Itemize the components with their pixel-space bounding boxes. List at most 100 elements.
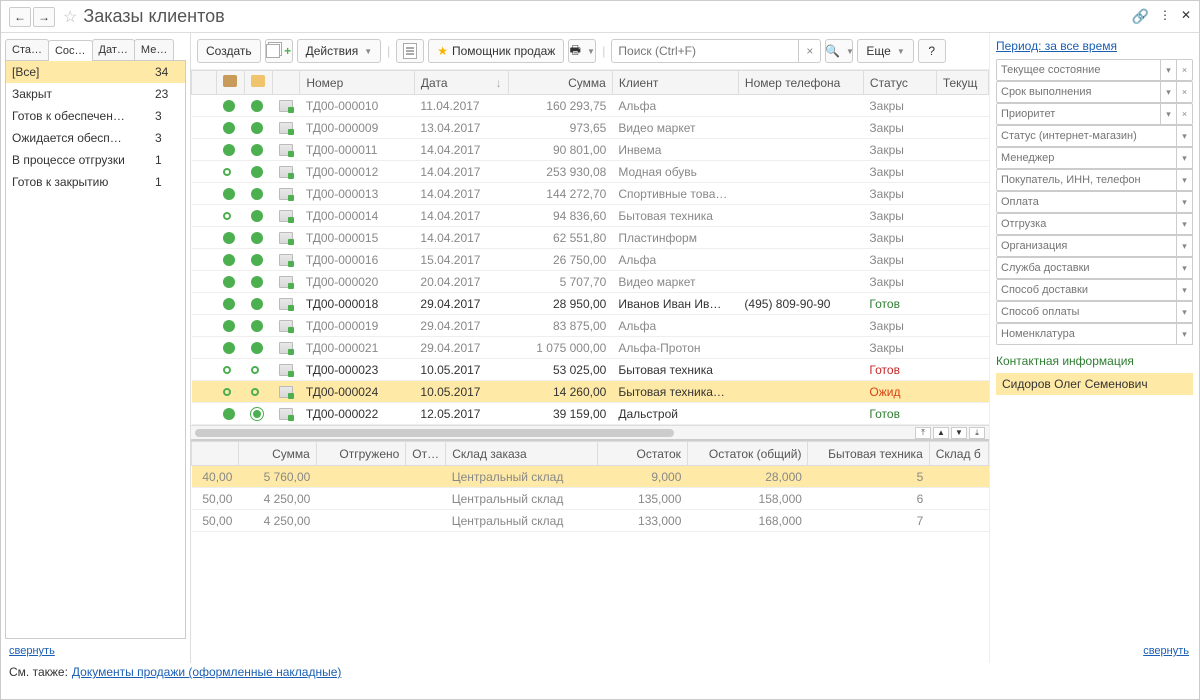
column-header[interactable] <box>245 71 273 95</box>
column-header[interactable]: Склад заказа <box>446 442 598 466</box>
copy-button[interactable]: + <box>265 39 293 63</box>
table-row[interactable]: ТД00-00001114.04.201790 801,00ИнвемаЗакр… <box>192 139 989 161</box>
left-tab[interactable]: Ста… <box>5 39 49 60</box>
status-row[interactable]: В процессе отгрузки1 <box>6 149 185 171</box>
column-header[interactable]: Сумма <box>508 71 612 95</box>
help-button[interactable]: ? <box>918 39 946 63</box>
scroll-top-button[interactable]: ⤒ <box>915 427 931 439</box>
column-header[interactable]: Статус <box>863 71 936 95</box>
filter-dropdown-button[interactable]: ▾ <box>1177 323 1193 345</box>
h-scrollbar[interactable] <box>195 429 674 437</box>
column-header[interactable]: Склад б <box>929 442 988 466</box>
filter-input[interactable] <box>996 301 1177 323</box>
table-row[interactable]: ТД00-00001929.04.201783 875,00АльфаЗакры <box>192 315 989 337</box>
table-row[interactable]: ТД00-00002020.04.20175 707,70Видео марке… <box>192 271 989 293</box>
search-clear-button[interactable]: × <box>799 39 821 63</box>
column-header[interactable]: Отгружено <box>316 442 406 466</box>
table-row[interactable]: 50,004 250,00Центральный склад133,000168… <box>192 510 989 532</box>
status-row[interactable]: Ожидается обесп…3 <box>6 127 185 149</box>
filter-clear-button[interactable]: × <box>1177 59 1193 81</box>
search-input[interactable] <box>611 39 799 63</box>
filter-dropdown-button[interactable]: ▾ <box>1161 59 1177 81</box>
scroll-down-button[interactable]: ▼ <box>951 427 967 439</box>
column-header[interactable]: Клиент <box>612 71 738 95</box>
status-row[interactable]: Готов к закрытию1 <box>6 171 185 193</box>
filter-dropdown-button[interactable]: ▾ <box>1177 213 1193 235</box>
table-row[interactable]: ТД00-00001011.04.2017160 293,75АльфаЗакр… <box>192 95 989 117</box>
table-row[interactable]: ТД00-00001414.04.201794 836,60Бытовая те… <box>192 205 989 227</box>
link-icon[interactable]: 🔗 <box>1132 8 1149 25</box>
column-header[interactable]: Номер <box>300 71 415 95</box>
column-header[interactable] <box>273 71 300 95</box>
left-tab[interactable]: Сос… <box>48 40 93 61</box>
column-header[interactable]: Сумма <box>238 442 316 466</box>
favorite-star-icon[interactable]: ☆ <box>63 7 77 27</box>
table-row[interactable]: ТД00-00001314.04.2017144 272,70Спортивны… <box>192 183 989 205</box>
close-icon[interactable]: ✕ <box>1181 8 1191 25</box>
scroll-up-button[interactable]: ▲ <box>933 427 949 439</box>
filter-clear-button[interactable]: × <box>1177 81 1193 103</box>
actions-button[interactable]: Действия▼ <box>297 39 382 63</box>
table-row[interactable]: ТД00-00001615.04.201726 750,00АльфаЗакры <box>192 249 989 271</box>
left-tab[interactable]: Дат… <box>92 39 135 60</box>
filter-dropdown-button[interactable]: ▾ <box>1161 103 1177 125</box>
status-row[interactable]: Закрыт23 <box>6 83 185 105</box>
sales-documents-link[interactable]: Документы продажи (оформленные накладные… <box>72 665 342 679</box>
status-row[interactable]: Готов к обеспечен…3 <box>6 105 185 127</box>
filter-input[interactable] <box>996 125 1177 147</box>
column-header[interactable]: Остаток <box>598 442 688 466</box>
filter-input[interactable] <box>996 147 1177 169</box>
filter-dropdown-button[interactable]: ▾ <box>1177 169 1193 191</box>
filter-input[interactable] <box>996 235 1177 257</box>
table-row[interactable]: ТД00-00002310.05.201753 025,00Бытовая те… <box>192 359 989 381</box>
contact-person[interactable]: Сидоров Олег Семенович <box>996 373 1193 395</box>
collapse-left-link[interactable]: свернуть <box>5 639 186 663</box>
filter-input[interactable] <box>996 279 1177 301</box>
period-link[interactable]: Период: за все время <box>996 39 1193 53</box>
scroll-bottom-button[interactable]: ⤓ <box>969 427 985 439</box>
status-row[interactable]: [Все]34 <box>6 61 185 83</box>
filter-dropdown-button[interactable]: ▾ <box>1177 147 1193 169</box>
filter-clear-button[interactable]: × <box>1177 103 1193 125</box>
filter-dropdown-button[interactable]: ▾ <box>1177 191 1193 213</box>
column-header[interactable]: Остаток (общий) <box>687 442 808 466</box>
filter-input[interactable] <box>996 191 1177 213</box>
print-button[interactable]: 🖶▼ <box>568 39 596 63</box>
column-header[interactable]: Бытовая техника <box>808 442 929 466</box>
table-row[interactable]: 40,005 760,00Центральный склад9,00028,00… <box>192 466 989 488</box>
collapse-right-link[interactable]: свернуть <box>996 639 1193 663</box>
table-row[interactable]: ТД00-00000913.04.2017973,65Видео маркетЗ… <box>192 117 989 139</box>
column-header[interactable]: Текущ <box>936 71 988 95</box>
table-row[interactable]: ТД00-00001214.04.2017253 930,08Модная об… <box>192 161 989 183</box>
column-header[interactable]: Дата ↓ <box>414 71 508 95</box>
column-header[interactable] <box>192 442 239 466</box>
filter-dropdown-button[interactable]: ▾ <box>1177 301 1193 323</box>
table-row[interactable]: ТД00-00002410.05.201714 260,00Бытовая те… <box>192 381 989 403</box>
table-row[interactable]: ТД00-00002129.04.20171 075 000,00Альфа-П… <box>192 337 989 359</box>
filter-input[interactable] <box>996 59 1161 81</box>
column-header[interactable] <box>192 71 217 95</box>
filter-dropdown-button[interactable]: ▾ <box>1177 235 1193 257</box>
nav-forward-button[interactable]: → <box>33 7 55 27</box>
more-button[interactable]: Еще▼ <box>857 39 913 63</box>
create-button[interactable]: Создать <box>197 39 261 63</box>
table-row[interactable]: ТД00-00001829.04.201728 950,00Иванов Ива… <box>192 293 989 315</box>
sales-assistant-button[interactable]: ★Помощник продаж <box>428 39 564 63</box>
table-row[interactable]: 50,004 250,00Центральный склад135,000158… <box>192 488 989 510</box>
filter-input[interactable] <box>996 323 1177 345</box>
filter-dropdown-button[interactable]: ▾ <box>1177 279 1193 301</box>
list-view-button[interactable] <box>396 39 424 63</box>
left-tab[interactable]: Ме… <box>134 39 174 60</box>
filter-input[interactable] <box>996 103 1161 125</box>
menu-dots-icon[interactable]: ⋮ <box>1159 8 1171 25</box>
filter-input[interactable] <box>996 81 1161 103</box>
table-row[interactable]: ТД00-00002212.05.201739 159,00ДальстройГ… <box>192 403 989 425</box>
filter-input[interactable] <box>996 213 1177 235</box>
column-header[interactable]: Номер телефона <box>738 71 863 95</box>
filter-input[interactable] <box>996 169 1177 191</box>
column-header[interactable]: От… <box>406 442 446 466</box>
filter-dropdown-button[interactable]: ▾ <box>1177 125 1193 147</box>
search-button[interactable]: 🔍▼ <box>825 39 853 63</box>
filter-dropdown-button[interactable]: ▾ <box>1161 81 1177 103</box>
filter-input[interactable] <box>996 257 1177 279</box>
